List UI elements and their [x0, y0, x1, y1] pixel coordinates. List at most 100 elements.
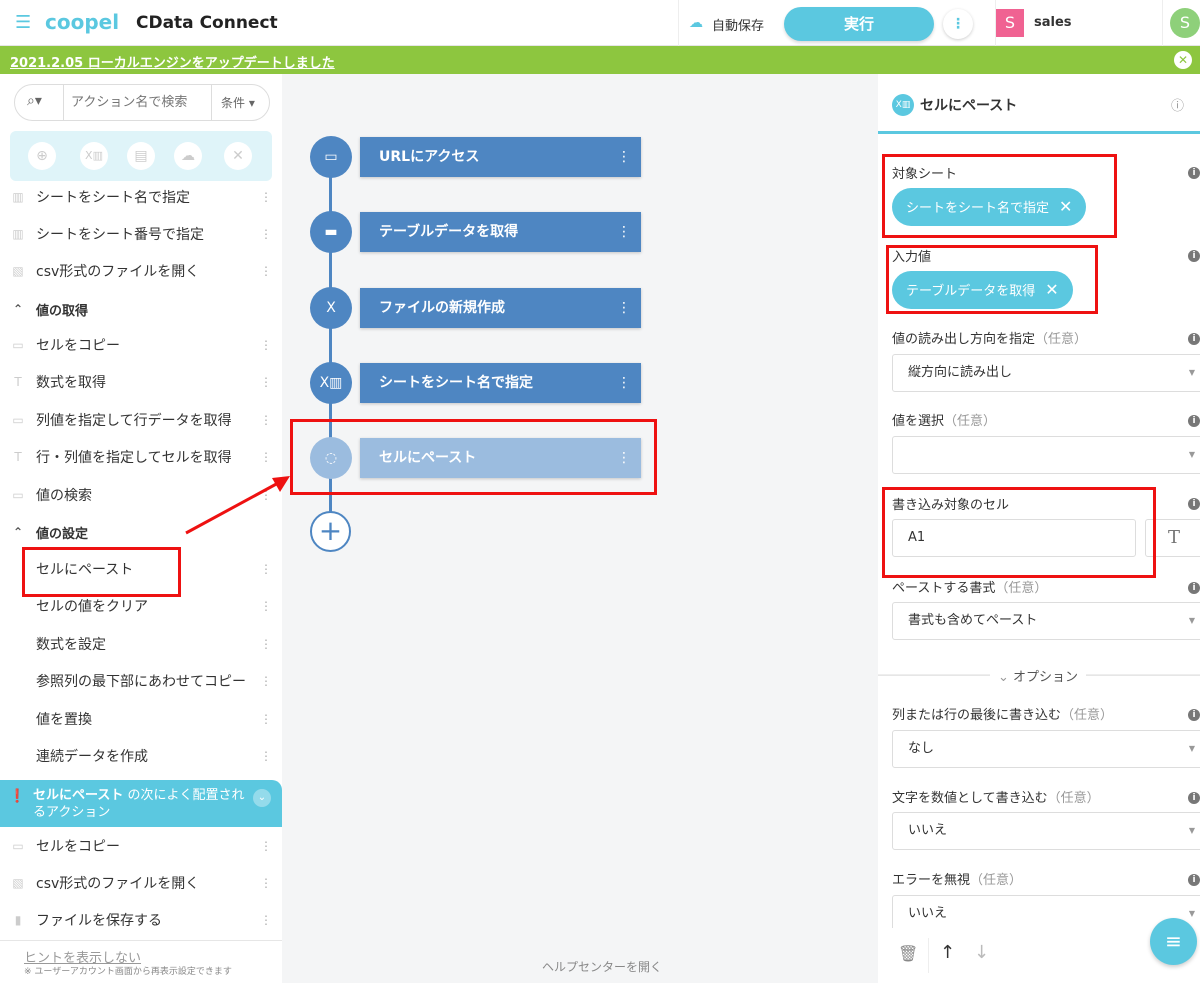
search-icon[interactable]: ⌕▾: [27, 93, 42, 109]
tools-category-icon[interactable]: ✕: [224, 142, 252, 170]
move-up-icon[interactable]: ↑: [940, 942, 955, 963]
label-text: 文字を数値として書き込む: [892, 791, 1048, 806]
annotation-box: [22, 547, 181, 597]
web-category-icon[interactable]: ⊕: [28, 142, 56, 170]
info-icon[interactable]: i: [1188, 415, 1200, 427]
sidebar-item[interactable]: ▥ シートをシート名で指定 ⋮: [0, 179, 282, 215]
add-action-button[interactable]: +: [310, 511, 351, 552]
more-icon[interactable]: ⋮: [260, 338, 272, 352]
more-icon[interactable]: ⋮: [260, 450, 272, 464]
sidebar-item[interactable]: 連続データを作成 ⋮: [0, 738, 282, 774]
sidebar-item[interactable]: ▥ シートをシート番号で指定 ⋮: [0, 216, 282, 252]
info-icon[interactable]: i: [1188, 792, 1200, 804]
node-menu-icon[interactable]: ⋮: [617, 363, 631, 403]
more-icon[interactable]: ⋮: [260, 562, 272, 576]
label-text: ペーストする書式: [892, 581, 996, 596]
info-icon[interactable]: i: [1188, 582, 1200, 594]
node-menu-icon[interactable]: ⋮: [617, 212, 631, 252]
hide-hint-note: ※ ユーザーアカウント画面から再表示設定できます: [24, 967, 232, 977]
update-link[interactable]: 2021.2.05 ローカルエンジンをアップデートしました: [10, 52, 335, 71]
sidebar-item[interactable]: 参照列の最下部にあわせてコピー ⋮: [0, 663, 282, 699]
more-icon[interactable]: ⋮: [260, 264, 272, 278]
item-label: csv形式のファイルを開く: [36, 876, 200, 892]
more-icon[interactable]: ⋮: [260, 227, 272, 241]
search-input[interactable]: [71, 91, 211, 113]
dropdown-arrow-icon: ▼: [1188, 826, 1195, 835]
filter-dropdown[interactable]: 条件 ▾: [221, 94, 255, 111]
sidebar-item[interactable]: 数式を設定 ⋮: [0, 626, 282, 662]
sidebar-item[interactable]: ▧ csv形式のファイルを開く ⋮: [0, 253, 282, 289]
item-label: 数式を設定: [36, 637, 106, 653]
optional-text: （任意）: [944, 414, 997, 429]
paste-format-select[interactable]: 書式も含めてペースト ▼: [892, 602, 1200, 640]
more-menu-button[interactable]: ⋮: [943, 9, 973, 39]
optional-text: （任意）: [970, 873, 1023, 888]
excel-file-icon: X: [310, 287, 352, 329]
move-down-icon[interactable]: ↓: [974, 942, 989, 963]
excel-category-icon[interactable]: X▥: [80, 142, 108, 170]
help-center-link[interactable]: ヘルプセンターを開く: [542, 958, 662, 975]
help-icon[interactable]: ⓘ: [1171, 95, 1184, 114]
more-icon[interactable]: ⋮: [260, 839, 272, 853]
node-label: シートをシート名で指定: [379, 375, 533, 391]
more-icon[interactable]: ⋮: [260, 876, 272, 890]
menu-icon[interactable]: ☰: [15, 12, 31, 33]
hint-action-name: セルにペースト: [33, 788, 124, 803]
suggested-item[interactable]: ▮ ファイルを保存する ⋮: [0, 902, 282, 938]
info-icon[interactable]: i: [1188, 498, 1200, 510]
trash-icon[interactable]: 🗑: [898, 944, 918, 963]
info-icon[interactable]: i: [1188, 167, 1200, 179]
flow-node[interactable]: X ファイルの新規作成 ⋮: [310, 287, 642, 329]
workspace-avatar[interactable]: S: [996, 9, 1024, 37]
more-icon[interactable]: ⋮: [260, 913, 272, 927]
select-value: なし: [908, 741, 935, 756]
append-select[interactable]: なし ▼: [892, 730, 1200, 768]
header: ☰ coopel CData Connect ☁ 自動保存 実行 ⋮ S sal…: [0, 0, 1200, 46]
info-icon[interactable]: i: [1188, 709, 1200, 721]
item-label: セルの値をクリア: [36, 599, 148, 615]
node-menu-icon[interactable]: ⋮: [617, 288, 631, 328]
annotation-box: [882, 154, 1117, 238]
more-icon[interactable]: ⋮: [260, 190, 272, 204]
more-icon[interactable]: ⋮: [260, 637, 272, 651]
sidebar-item[interactable]: ▭ セルをコピー ⋮: [0, 327, 282, 363]
dropdown-arrow-icon: ▼: [1188, 450, 1195, 459]
workspace-name[interactable]: sales: [1034, 15, 1072, 30]
more-icon[interactable]: ⋮: [260, 413, 272, 427]
chevron-up-icon: ⌃: [12, 302, 24, 316]
panel-title: セルにペースト: [920, 98, 1018, 114]
numeric-select[interactable]: いいえ ▼: [892, 812, 1200, 850]
more-icon[interactable]: ⋮: [260, 599, 272, 613]
flow-node[interactable]: ▬ テーブルデータを取得 ⋮: [310, 211, 642, 253]
sidebar-item[interactable]: ▭ 列値を指定して行データを取得 ⋮: [0, 402, 282, 438]
account-avatar[interactable]: S: [1170, 8, 1200, 38]
suggested-item[interactable]: ▧ csv形式のファイルを開く ⋮: [0, 865, 282, 901]
info-icon[interactable]: i: [1188, 874, 1200, 886]
flow-node[interactable]: X▥ シートをシート名で指定 ⋮: [310, 362, 642, 404]
cloud-category-icon[interactable]: ☁: [174, 142, 202, 170]
node-label: URLにアクセス: [379, 149, 480, 165]
sidebar-item[interactable]: 値を置換 ⋮: [0, 701, 282, 737]
text-icon: T: [14, 450, 22, 464]
more-icon[interactable]: ⋮: [260, 674, 272, 688]
more-icon[interactable]: ⋮: [260, 375, 272, 389]
options-toggle[interactable]: ⌄ オプション: [990, 666, 1087, 685]
optional-text: （任意）: [1035, 332, 1088, 347]
node-menu-icon[interactable]: ⋮: [617, 137, 631, 177]
flow-node[interactable]: ▭ URLにアクセス ⋮: [310, 136, 642, 178]
section-get-values[interactable]: ⌃ 値の取得: [0, 291, 282, 327]
more-icon[interactable]: ⋮: [260, 712, 272, 726]
sidebar-item[interactable]: T 数式を取得 ⋮: [0, 364, 282, 400]
item-label: 値の検索: [36, 488, 92, 504]
direction-select[interactable]: 縦方向に読み出し ▼: [892, 354, 1200, 392]
file-category-icon[interactable]: ▤: [127, 142, 155, 170]
info-icon[interactable]: i: [1188, 250, 1200, 262]
run-button[interactable]: 実行: [784, 7, 934, 41]
more-icon[interactable]: ⋮: [260, 749, 272, 763]
suggested-item[interactable]: ▭ セルをコピー ⋮: [0, 828, 282, 864]
chat-button[interactable]: ≡: [1150, 918, 1197, 965]
collapse-hint-icon[interactable]: ⌄: [253, 789, 271, 807]
value-select[interactable]: ▼: [892, 436, 1200, 474]
info-icon[interactable]: i: [1188, 333, 1200, 345]
close-icon[interactable]: ✕: [1174, 51, 1192, 69]
